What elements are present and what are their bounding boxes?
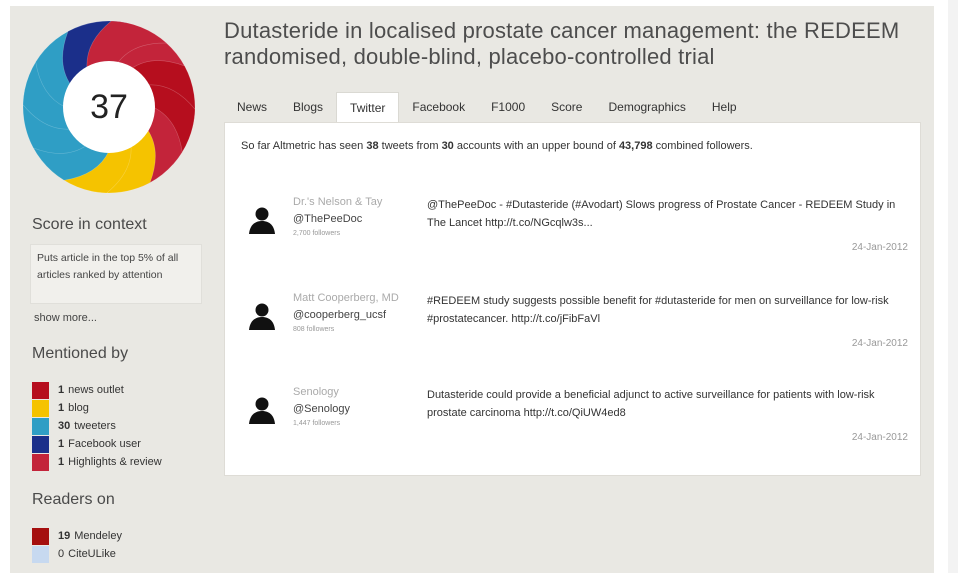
blog-swatch bbox=[32, 399, 49, 417]
blog-label: blog bbox=[68, 402, 89, 414]
mentioned-by-highlights[interactable]: 1 Highlights & review bbox=[32, 453, 162, 471]
tweet-text: Dutasteride could provide a beneficial a… bbox=[427, 389, 875, 419]
user-avatar-icon[interactable] bbox=[247, 395, 277, 425]
tab-help[interactable]: Help bbox=[699, 92, 750, 122]
tweet-author-name[interactable]: Dr.'s Nelson & Tay bbox=[293, 196, 382, 208]
altmetric-score: 37 bbox=[90, 87, 128, 126]
article-title: Dutasteride in localised prostate cancer… bbox=[224, 18, 900, 69]
facebook-swatch bbox=[32, 435, 49, 453]
mendeley-label: Mendeley bbox=[74, 530, 122, 542]
tab-bar: News Blogs Twitter Facebook F1000 Score … bbox=[224, 92, 750, 123]
tweet-text: @ThePeeDoc - #Dutasteride (#Avodart) Slo… bbox=[427, 199, 896, 229]
show-more-link[interactable]: show more... bbox=[34, 312, 97, 324]
facebook-label: Facebook user bbox=[68, 438, 141, 450]
summary-mid1: tweets from bbox=[378, 140, 442, 152]
user-avatar-icon[interactable] bbox=[247, 205, 277, 235]
tweet-item: Dr.'s Nelson & Tay @ThePeeDoc 2,700 foll… bbox=[225, 191, 922, 271]
tweet-text: #REDEEM study suggests possible benefit … bbox=[427, 295, 889, 325]
readers-mendeley[interactable]: 19 Mendeley bbox=[32, 527, 122, 545]
blog-count: 1 bbox=[58, 402, 65, 414]
tweet-author-followers: 808 followers bbox=[293, 326, 335, 333]
score-in-context-text: Puts article in the top 5% of all articl… bbox=[30, 244, 202, 304]
mentioned-by-news[interactable]: 1 news outlet bbox=[32, 381, 162, 399]
tweet-date[interactable]: 24-Jan-2012 bbox=[852, 338, 908, 349]
highlights-count: 1 bbox=[58, 456, 65, 468]
highlights-swatch bbox=[32, 453, 49, 471]
tab-f1000[interactable]: F1000 bbox=[478, 92, 538, 122]
summary-prefix: So far Altmetric has seen bbox=[241, 140, 367, 152]
tweeters-label: tweeters bbox=[74, 420, 116, 432]
tab-score[interactable]: Score bbox=[538, 92, 595, 122]
tweeters-count: 30 bbox=[58, 420, 71, 432]
mentioned-by-blog[interactable]: 1 blog bbox=[32, 399, 162, 417]
tweet-author-name[interactable]: Matt Cooperberg, MD bbox=[293, 292, 399, 304]
tweet-author-handle[interactable]: @cooperberg_ucsf bbox=[293, 309, 386, 321]
tweet-author-handle[interactable]: @Senology bbox=[293, 403, 350, 415]
mentioned-by-tweeters[interactable]: 30 tweeters bbox=[32, 417, 162, 435]
citeulike-swatch bbox=[32, 545, 49, 563]
tweet-date[interactable]: 24-Jan-2012 bbox=[852, 432, 908, 443]
window-edge bbox=[948, 0, 958, 573]
tweet-author-followers: 2,700 followers bbox=[293, 230, 341, 237]
readers-citeulike[interactable]: 0 CiteULike bbox=[32, 545, 122, 563]
mendeley-count: 19 bbox=[58, 530, 71, 542]
citeulike-label: CiteULike bbox=[68, 548, 116, 560]
news-count: 1 bbox=[58, 384, 65, 396]
tab-news[interactable]: News bbox=[224, 92, 280, 122]
tab-facebook[interactable]: Facebook bbox=[399, 92, 478, 122]
altmetric-donut[interactable]: 37 bbox=[22, 20, 196, 194]
twitter-panel: So far Altmetric has seen 38 tweets from… bbox=[224, 122, 921, 476]
tweet-author-handle[interactable]: @ThePeeDoc bbox=[293, 213, 362, 225]
summary-mid2: accounts with an upper bound of bbox=[453, 140, 619, 152]
news-swatch bbox=[32, 381, 49, 399]
mentioned-by-heading: Mentioned by bbox=[32, 345, 129, 362]
citeulike-count: 0 bbox=[58, 548, 65, 560]
tweet-item: Senology @Senology 1,447 followers Dutas… bbox=[225, 381, 922, 461]
facebook-count: 1 bbox=[58, 438, 65, 450]
user-avatar-icon[interactable] bbox=[247, 301, 277, 331]
tweet-author-name[interactable]: Senology bbox=[293, 386, 339, 398]
score-in-context-heading: Score in context bbox=[32, 216, 147, 233]
tweet-item: Matt Cooperberg, MD @cooperberg_ucsf 808… bbox=[225, 287, 922, 367]
summary-account-count: 30 bbox=[441, 140, 454, 152]
mentioned-by-facebook[interactable]: 1 Facebook user bbox=[32, 435, 162, 453]
summary-tweet-count: 38 bbox=[366, 140, 379, 152]
highlights-label: Highlights & review bbox=[68, 456, 162, 468]
mendeley-swatch bbox=[32, 527, 49, 545]
tweet-author-followers: 1,447 followers bbox=[293, 420, 341, 427]
tab-demographics[interactable]: Demographics bbox=[595, 92, 698, 122]
summary-suffix: combined followers. bbox=[652, 140, 753, 152]
tab-twitter[interactable]: Twitter bbox=[336, 92, 400, 123]
readers-on-list: 19 Mendeley 0 CiteULike bbox=[32, 527, 122, 563]
tweet-date[interactable]: 24-Jan-2012 bbox=[852, 242, 908, 253]
twitter-summary: So far Altmetric has seen 38 tweets from… bbox=[241, 140, 753, 152]
summary-follower-count: 43,798 bbox=[618, 140, 653, 152]
tab-blogs[interactable]: Blogs bbox=[280, 92, 336, 122]
news-label: news outlet bbox=[68, 384, 124, 396]
readers-on-heading: Readers on bbox=[32, 491, 115, 508]
mentioned-by-list: 1 news outlet 1 blog 30 tweeters 1 Faceb… bbox=[32, 381, 162, 471]
twitter-swatch bbox=[32, 417, 49, 435]
